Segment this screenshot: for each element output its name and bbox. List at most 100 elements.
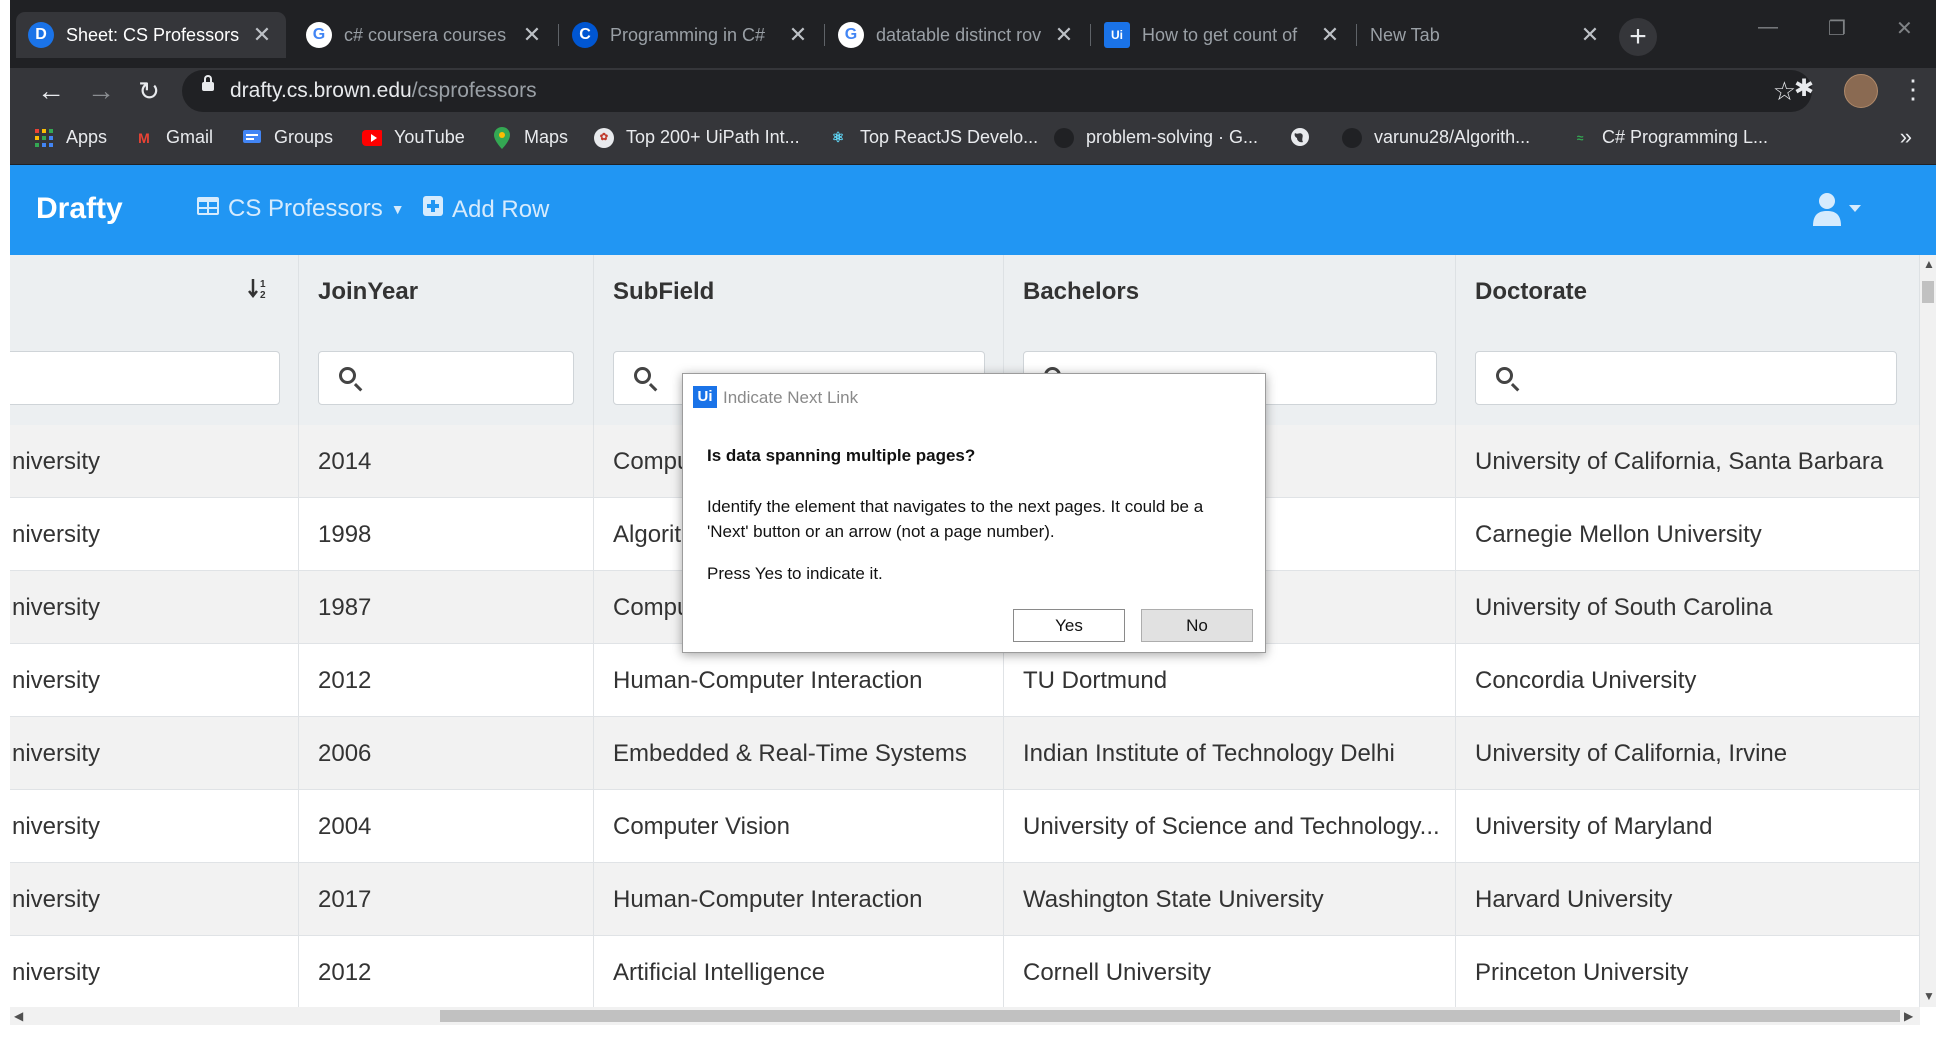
minimize-icon[interactable]: — [1758, 16, 1778, 39]
scroll-right-icon[interactable]: ▶ [1904, 1009, 1913, 1023]
table-cell[interactable]: niversity [10, 425, 299, 497]
column-header-joinyear[interactable]: JoinYear [299, 255, 594, 329]
table-cell[interactable]: 2014 [299, 425, 594, 497]
scroll-up-icon[interactable]: ▲ [1923, 257, 1935, 271]
bookmark-maps[interactable]: Maps [492, 126, 568, 149]
bookmark-apps[interactable]: Apps [34, 127, 107, 148]
table-cell[interactable]: Computer Vision [594, 790, 1004, 862]
restore-icon[interactable]: ❐ [1828, 16, 1846, 41]
table-cell[interactable]: 1998 [299, 498, 594, 570]
bookmark-varunu28[interactable]: varunu28/Algorith... [1342, 127, 1530, 148]
filter-input-doctorate[interactable] [1475, 351, 1897, 405]
close-tab-icon[interactable]: ✕ [1052, 22, 1076, 48]
horizontal-scrollbar[interactable]: ◀ ▶ [10, 1007, 1920, 1025]
table-cell[interactable]: Human-Computer Interaction [594, 863, 1004, 935]
table-cell[interactable]: Harvard University [1456, 863, 1920, 935]
vertical-scrollbar[interactable]: ▲ ▼ [1920, 255, 1936, 1007]
table-cell[interactable]: University of South Carolina [1456, 571, 1920, 643]
table-cell[interactable]: Artificial Intelligence [594, 936, 1004, 1007]
table-row[interactable]: niversity 2004 Computer Vision University o… [10, 790, 1920, 863]
column-header-subfield[interactable]: SubField [594, 255, 1004, 329]
table-cell[interactable]: Washington State University [1004, 863, 1456, 935]
table-cell[interactable]: Concordia University [1456, 644, 1920, 716]
table-cell[interactable]: University of California, Irvine [1456, 717, 1920, 789]
tab-coursera[interactable]: G c# coursera courses ✕ [294, 12, 556, 58]
sort-icon[interactable]: 12 [248, 277, 272, 305]
close-window-icon[interactable]: ✕ [1896, 16, 1913, 41]
new-tab-button[interactable]: + [1619, 18, 1657, 56]
table-row[interactable]: niversity 2017 Human-Computer Interaction W… [10, 863, 1920, 936]
table-cell[interactable]: 2012 [299, 936, 594, 1007]
filter-input-joinyear[interactable] [318, 351, 574, 405]
tab-datatable-distinct[interactable]: G datatable distinct rov ✕ [826, 12, 1088, 58]
close-tab-icon[interactable]: ✕ [250, 22, 274, 48]
table-cell[interactable]: University of Maryland [1456, 790, 1920, 862]
brand-logo[interactable]: Drafty [36, 192, 123, 226]
more-bookmarks-icon[interactable]: » [1900, 124, 1912, 150]
table-cell[interactable]: niversity [10, 863, 299, 935]
column-header-bachelors[interactable]: Bachelors [1004, 255, 1456, 329]
chrome-menu-icon[interactable]: ⋮ [1900, 74, 1926, 105]
table-cell[interactable]: Embedded & Real-Time Systems [594, 717, 1004, 789]
table-cell[interactable]: Human-Computer Interaction [594, 644, 1004, 716]
table-cell[interactable]: 2017 [299, 863, 594, 935]
reload-icon[interactable]: ↻ [130, 72, 168, 110]
table-cell[interactable]: niversity [10, 644, 299, 716]
bookmark-youtube[interactable]: YouTube [362, 127, 465, 148]
table-row[interactable]: niversity 2012 Human-Computer Interaction T… [10, 644, 1920, 717]
close-tab-icon[interactable]: ✕ [1578, 22, 1602, 48]
table-cell[interactable]: 2004 [299, 790, 594, 862]
table-cell[interactable]: Indian Institute of Technology Delhi [1004, 717, 1456, 789]
tab-how-to-get-count[interactable]: Ui How to get count of ✕ [1092, 12, 1354, 58]
horizontal-scroll-thumb[interactable] [440, 1010, 1900, 1022]
forward-icon[interactable]: → [82, 72, 120, 110]
table-cell[interactable]: TU Dortmund [1004, 644, 1456, 716]
column-header-doctorate[interactable]: Doctorate [1456, 255, 1920, 329]
tab-programming-csharp[interactable]: C Programming in C# ✕ [560, 12, 822, 58]
table-cell[interactable]: niversity [10, 717, 299, 789]
vertical-scroll-thumb[interactable] [1922, 281, 1934, 303]
bookmark-csharp-programming[interactable]: ≈ C# Programming L... [1570, 127, 1768, 148]
bookmark-problem-solving[interactable]: problem-solving · G... [1054, 127, 1258, 148]
address-bar[interactable]: drafty.cs.brown.edu/csprofessors ☆ [182, 70, 1812, 112]
table-cell[interactable]: 2012 [299, 644, 594, 716]
close-tab-icon[interactable]: ✕ [786, 22, 810, 48]
table-row[interactable]: niversity 2006 Embedded & Real-Time System… [10, 717, 1920, 790]
bookmark-gmail[interactable]: M Gmail [134, 127, 213, 148]
svg-text:2: 2 [260, 290, 266, 299]
extensions-icon[interactable]: ✱ [1794, 74, 1814, 103]
add-row-button[interactable]: Add Row [422, 195, 549, 224]
bookmark-star-icon[interactable]: ☆ [1773, 76, 1796, 107]
tab-sheet-cs-professors[interactable]: D Sheet: CS Professors ✕ [16, 12, 286, 58]
table-cell[interactable]: University of California, Santa Barbara [1456, 425, 1920, 497]
yes-button[interactable]: Yes [1013, 609, 1125, 642]
close-tab-icon[interactable]: ✕ [520, 22, 544, 48]
search-icon [339, 367, 356, 384]
bookmark-groups[interactable]: Groups [242, 127, 333, 148]
user-account-menu[interactable] [1813, 192, 1865, 233]
back-icon[interactable]: ← [32, 72, 70, 110]
close-tab-icon[interactable]: ✕ [1318, 22, 1342, 48]
no-button[interactable]: No [1141, 609, 1253, 642]
table-cell[interactable]: niversity [10, 571, 299, 643]
table-cell[interactable]: niversity [10, 790, 299, 862]
table-cell[interactable]: 1987 [299, 571, 594, 643]
scroll-down-icon[interactable]: ▼ [1923, 989, 1935, 1003]
filter-input-university[interactable] [10, 351, 280, 405]
table-cell[interactable]: niversity [10, 936, 299, 1007]
table-cell[interactable]: Carnegie Mellon University [1456, 498, 1920, 570]
tab-new-tab[interactable]: New Tab ✕ [1358, 12, 1614, 58]
table-cell[interactable]: University of Science and Technology... [1004, 790, 1456, 862]
table-cell[interactable]: niversity [10, 498, 299, 570]
page-bottom [10, 1025, 1936, 1042]
bookmark-globe[interactable] [1290, 127, 1322, 147]
table-row[interactable]: niversity 2012 Artificial Intelligence Corn… [10, 936, 1920, 1007]
table-cell[interactable]: Princeton University [1456, 936, 1920, 1007]
table-cell[interactable]: 2006 [299, 717, 594, 789]
sheet-dropdown[interactable]: CS Professors ▼ [196, 195, 405, 223]
table-cell[interactable]: Cornell University [1004, 936, 1456, 1007]
bookmark-uipath-interview[interactable]: ✿ Top 200+ UiPath Int... [594, 127, 800, 148]
scroll-left-icon[interactable]: ◀ [14, 1009, 23, 1023]
profile-avatar[interactable] [1844, 74, 1878, 108]
bookmark-reactjs[interactable]: ⚛ Top ReactJS Develo... [828, 127, 1038, 148]
